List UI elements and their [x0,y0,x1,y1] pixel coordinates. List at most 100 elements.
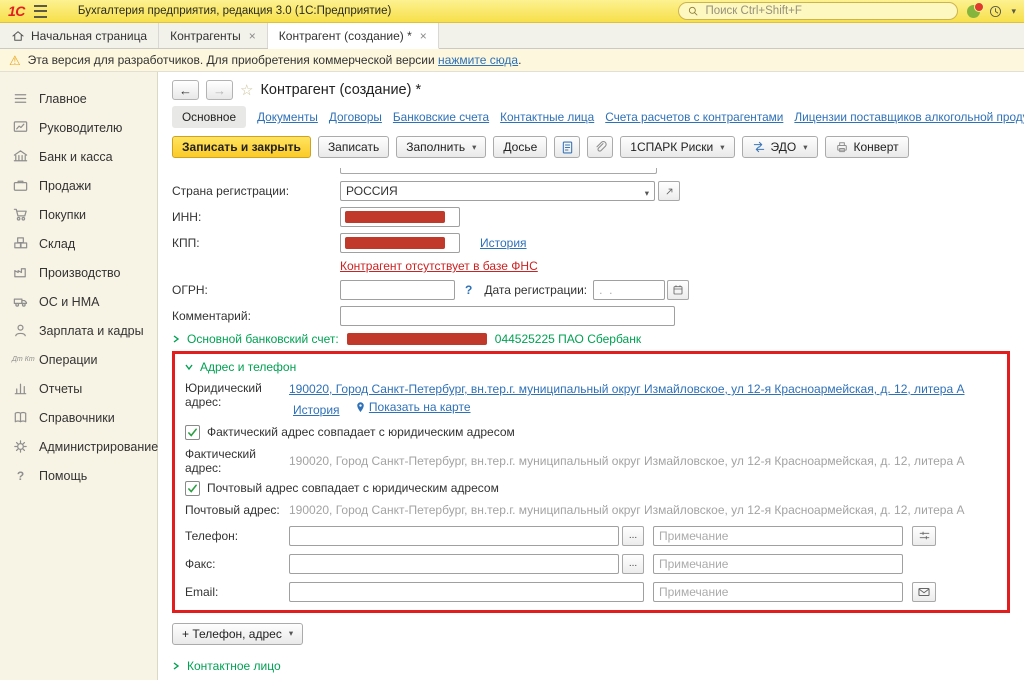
fax-more-button[interactable]: ... [622,554,644,574]
forward-button[interactable]: → [206,80,233,100]
inn-input[interactable] [340,207,460,227]
favorite-star-icon[interactable]: ☆ [240,81,253,99]
sidebar-item-bank-i-kassa[interactable]: Банк и касса [0,142,157,171]
field-fax: Факс: ... [185,554,997,574]
kpp-input[interactable] [340,233,460,253]
attachments-button[interactable] [587,136,613,158]
envelope-print-button[interactable]: Конверт [825,136,909,158]
tab-licenzii[interactable]: Лицензии поставщиков алкогольной продукц… [794,110,1024,124]
tab-label: Начальная страница [31,29,147,43]
email-note-input[interactable] [653,582,903,602]
sidebar-item-pokupki[interactable]: Покупки [0,200,157,229]
tab-kontragent-create[interactable]: Контрагент (создание) * × [268,23,439,49]
save-button[interactable]: Записать [318,136,389,158]
app-window: 1С Бухгалтерия предприятия, редакция 3.0… [0,0,1024,680]
phone-settings-button[interactable] [912,526,936,546]
dossier-button[interactable]: Досье [493,136,547,158]
sidebar-item-pomosch[interactable]: ? Помощь [0,461,157,490]
add-phone-address-button[interactable]: + Телефон, адрес ▾ [172,623,303,645]
fns-warning-link[interactable]: Контрагент отсутствует в базе ФНС [340,259,538,273]
printer-icon [835,140,849,154]
tab-home[interactable]: Начальная страница [0,23,159,48]
sidebar-item-spravochniki[interactable]: Справочники [0,403,157,432]
sidebar-item-sklad[interactable]: Склад [0,229,157,258]
comment-input[interactable] [340,306,675,326]
field-label: Страна регистрации: [172,184,340,198]
tab-kontragenty[interactable]: Контрагенты × [159,23,268,48]
redacted-value [345,211,445,223]
show-on-map[interactable]: Показать на карте [355,398,471,416]
field-label: Email: [185,585,289,599]
envelope-icon [917,585,931,599]
checkbox[interactable] [185,425,200,440]
fax-input[interactable] [289,554,619,574]
tab-bankovskie-scheta[interactable]: Банковские счета [393,110,489,124]
tab-osnovnoe[interactable]: Основное [172,106,246,128]
sidebar-item-rukovoditelyu[interactable]: Руководителю [0,113,157,142]
open-country-button[interactable] [658,181,680,201]
buy-commercial-link[interactable]: нажмите сюда [438,53,518,67]
save-close-button[interactable]: Записать и закрыть [172,136,311,158]
back-button[interactable]: ← [172,80,199,100]
phone-more-button[interactable]: ... [622,526,644,546]
spark-risks-button[interactable]: 1СПАРК Риски▾ [620,136,734,158]
sidebar-item-prodazhi[interactable]: Продажи [0,171,157,200]
report-document-button[interactable] [554,136,580,158]
sidebar-item-zarplata-i-kadry[interactable]: Зарплата и кадры [0,316,157,345]
global-search[interactable]: Поиск Ctrl+Shift+F [678,2,958,20]
ogrn-input[interactable] [340,280,455,300]
chevron-down-icon[interactable]: ▾ [1011,6,1016,17]
address-phone-section[interactable]: Адрес и телефон [185,360,997,374]
tab-dogovory[interactable]: Договоры [329,110,382,124]
edo-button[interactable]: ЭДО▾ [742,136,818,158]
close-icon[interactable]: × [420,29,427,43]
warning-text: Эта версия для разработчиков. Для приобр… [28,53,522,67]
checkbox[interactable] [185,481,200,496]
send-email-button[interactable] [912,582,936,602]
main-menu-icon[interactable] [34,5,47,18]
kpp-history-link[interactable]: История [480,236,527,250]
close-icon[interactable]: × [249,29,256,43]
sidebar-item-os-i-nma[interactable]: ОС и НМА [0,287,157,316]
field-fact-address: Фактический адрес: 190020, Город Санкт-П… [185,447,997,475]
country-input[interactable] [340,181,655,201]
sidebar-item-administrirovanie[interactable]: Администрирование [0,432,157,461]
fact-address-value: 190020, Город Санкт-Петербург, вн.тер.г.… [289,454,965,468]
chevron-down-icon[interactable]: ▾ [645,188,649,199]
sidebar-item-operacii[interactable]: Дт Кт Операции [0,345,157,374]
field-label: Комментарий: [172,309,340,323]
phone-note-input[interactable] [653,526,903,546]
form-area: ← → ☆ Контрагент (создание) * Основное Д… [158,72,1024,680]
history-icon[interactable] [989,5,1002,18]
window-tab-bar: Начальная страница Контрагенты × Контраг… [0,23,1024,49]
fax-note-input[interactable] [653,554,903,574]
fill-button[interactable]: Заполнить▾ [396,136,486,158]
legal-address-link[interactable]: 190020, Город Санкт-Петербург, вн.тер.г.… [289,382,965,396]
annotation-highlight-box: Адрес и телефон Юридический адрес: 19002… [172,351,1010,613]
contact-person-section[interactable]: Контактное лицо [172,659,1024,673]
tab-scheta-raschetov[interactable]: Счета расчетов с контрагентами [605,110,783,124]
calendar-button[interactable] [667,280,689,300]
notifications-icon[interactable] [967,5,980,18]
tab-kontaktnye-lica[interactable]: Контактные лица [500,110,594,124]
address-history-link[interactable]: История [293,403,340,417]
sidebar-item-proizvodstvo[interactable]: Производство [0,258,157,287]
reg-date-input[interactable] [593,280,665,300]
redacted-value [347,333,487,345]
toolbar: Записать и закрыть Записать Заполнить▾ Д… [172,136,1024,158]
bank-account-row: Основной банковский счет: 044525225 ПАО … [172,332,1024,346]
email-input[interactable] [289,582,644,602]
field-ogrn: ОГРН: ? Дата регистрации: [172,280,1024,300]
field-label: Фактический адрес: [185,447,289,475]
tab-dokumenty[interactable]: Документы [257,110,318,124]
ogrn-hint-link[interactable]: ? [465,283,472,297]
sidebar-item-glavnoe[interactable]: Главное [0,84,157,113]
phone-input[interactable] [289,526,619,546]
fact-equals-legal-checkbox[interactable]: Фактический адрес совпадает с юридически… [185,425,997,440]
sidebar-item-otchety[interactable]: Отчеты [0,374,157,403]
line-chart-icon [12,119,29,136]
app-title: Бухгалтерия предприятия, редакция 3.0 (1… [78,5,391,17]
post-equals-legal-checkbox[interactable]: Почтовый адрес совпадает с юридическим а… [185,481,997,496]
field-phone: Телефон: ... [185,526,997,546]
bank-account-section[interactable]: Основной банковский счет: [172,332,339,346]
